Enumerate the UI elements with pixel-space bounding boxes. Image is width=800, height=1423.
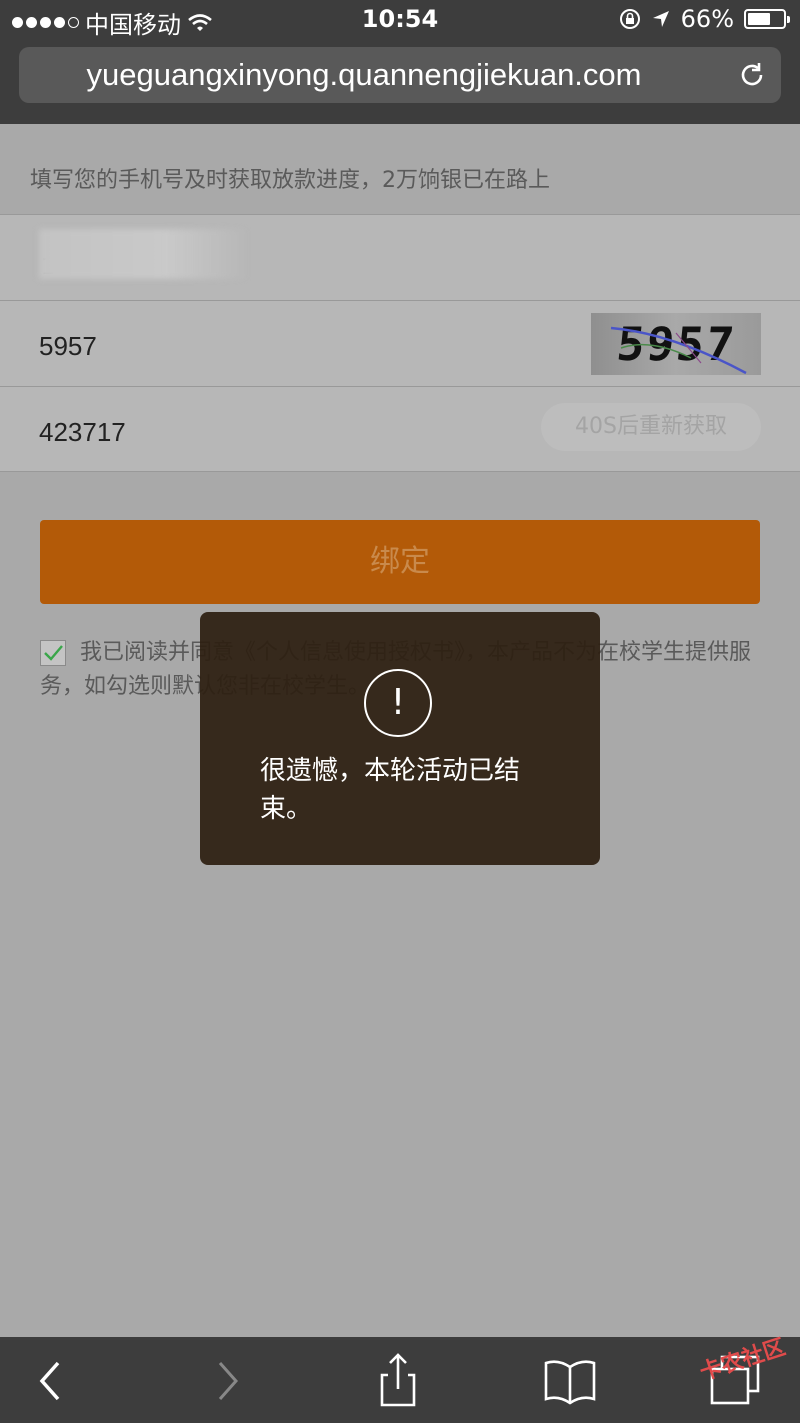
- captcha-input[interactable]: 5957: [39, 331, 97, 362]
- bookmarks-icon[interactable]: [540, 1351, 600, 1411]
- toast-dialog: ! 很遗憾，本轮活动已结束。: [200, 612, 600, 865]
- share-icon[interactable]: [368, 1351, 428, 1411]
- agreement-checkbox[interactable]: [40, 640, 66, 666]
- bind-button[interactable]: 绑定: [40, 520, 760, 604]
- forward-icon[interactable]: [198, 1351, 258, 1411]
- captcha-noise: [610, 326, 747, 375]
- exclamation-icon: !: [364, 669, 432, 737]
- battery-icon: [744, 9, 790, 29]
- sms-code-row: 423717 40S后重新获取: [0, 386, 800, 472]
- bind-form: 1 5957 5957 423717 40S后重新获取: [0, 214, 800, 472]
- page-content: 填写您的手机号及时获取放款进度，2万饷银已在路上 1 5957 5957 423…: [0, 124, 800, 1337]
- battery-percent: 66%: [680, 5, 734, 33]
- status-bar: 中国移动 10:54 66%: [0, 0, 800, 40]
- browser-toolbar: [0, 1337, 800, 1423]
- status-indicators: 66%: [619, 5, 790, 33]
- back-icon[interactable]: [20, 1351, 80, 1411]
- address-bar[interactable]: yueguangxinyong.quannengjiekuan.com: [19, 47, 781, 103]
- captcha-row: 5957 5957: [0, 300, 800, 386]
- phone-row: 1: [0, 214, 800, 300]
- reload-icon[interactable]: [737, 60, 767, 90]
- notice-text: 填写您的手机号及时获取放款进度，2万饷银已在路上: [30, 168, 550, 193]
- rotation-lock-icon: [619, 9, 640, 29]
- toast-message: 很遗憾，本轮活动已结束。: [260, 756, 521, 824]
- sms-code-input[interactable]: 423717: [39, 417, 126, 448]
- captcha-image[interactable]: 5957: [591, 313, 761, 375]
- browser-address-area: yueguangxinyong.quannengjiekuan.com: [0, 40, 800, 124]
- privacy-blur: [39, 229, 249, 279]
- url-text: yueguangxinyong.quannengjiekuan.com: [86, 57, 642, 92]
- checkmark-icon: [44, 645, 63, 661]
- location-arrow-icon: [652, 11, 669, 27]
- resend-code-button[interactable]: 40S后重新获取: [541, 403, 761, 451]
